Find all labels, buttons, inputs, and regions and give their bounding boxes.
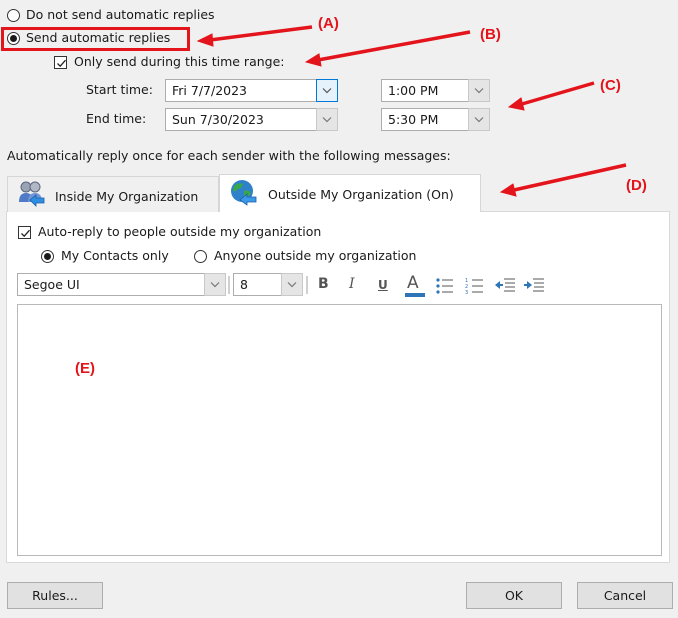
svg-text:3: 3 bbox=[465, 290, 468, 295]
font-size-field[interactable]: 8 bbox=[233, 273, 283, 296]
start-date-dropdown-button[interactable] bbox=[316, 79, 338, 102]
tab-outside-organization-label: Outside My Organization (On) bbox=[268, 187, 454, 202]
annotation-label-b: (B) bbox=[480, 26, 501, 43]
anyone-outside-radio[interactable] bbox=[194, 250, 207, 263]
annotation-label-e: (E) bbox=[75, 360, 95, 377]
annotation-arrowhead-c bbox=[507, 97, 525, 111]
chevron-down-icon bbox=[287, 282, 297, 288]
tab-inside-organization[interactable]: Inside My Organization bbox=[7, 176, 219, 212]
anyone-outside-label[interactable]: Anyone outside my organization bbox=[214, 248, 416, 264]
annotation-label-d: (D) bbox=[626, 177, 647, 194]
chevron-down-icon bbox=[322, 88, 332, 94]
end-time-dropdown-button[interactable] bbox=[468, 108, 490, 131]
annotation-arrow-c bbox=[521, 81, 595, 106]
people-icon bbox=[19, 181, 45, 207]
start-date-field[interactable]: Fri 7/7/2023 bbox=[165, 79, 317, 102]
annotation-arrow-a bbox=[209, 25, 313, 42]
start-time-label: Start time: bbox=[86, 82, 153, 97]
decrease-indent-icon[interactable] bbox=[494, 277, 516, 295]
annotation-arrow-d bbox=[513, 163, 627, 192]
increase-indent-icon[interactable] bbox=[523, 277, 545, 295]
chevron-down-icon bbox=[210, 282, 220, 288]
font-size-dropdown-button[interactable] bbox=[281, 273, 303, 296]
send-automatic-replies-radio[interactable] bbox=[7, 32, 20, 45]
rules-button[interactable]: Rules... bbox=[7, 582, 103, 609]
checkmark-icon bbox=[57, 59, 66, 68]
my-contacts-only-label[interactable]: My Contacts only bbox=[61, 248, 169, 264]
bold-button[interactable]: B bbox=[318, 276, 329, 292]
annotation-arrowhead-b bbox=[304, 53, 322, 67]
chevron-down-icon bbox=[322, 117, 332, 123]
send-automatic-replies-label[interactable]: Send automatic replies bbox=[26, 30, 170, 46]
font-color-swatch bbox=[405, 293, 425, 297]
end-time-field[interactable]: 5:30 PM bbox=[381, 108, 469, 131]
font-name-field[interactable]: Segoe UI bbox=[17, 273, 206, 296]
bullet-list-icon[interactable] bbox=[435, 277, 455, 295]
annotation-arrowhead-d bbox=[499, 183, 517, 197]
start-time-field[interactable]: 1:00 PM bbox=[381, 79, 469, 102]
cancel-button[interactable]: Cancel bbox=[577, 582, 673, 609]
message-body-editor[interactable] bbox=[17, 304, 662, 556]
annotation-label-c: (C) bbox=[600, 77, 621, 94]
do-not-send-radio[interactable] bbox=[7, 9, 20, 22]
globe-icon bbox=[231, 180, 257, 206]
underline-button[interactable]: U bbox=[378, 278, 388, 292]
toolbar-separator bbox=[306, 276, 308, 294]
time-range-checkbox[interactable] bbox=[54, 56, 67, 69]
end-time-label: End time: bbox=[86, 111, 147, 126]
start-time-dropdown-button[interactable] bbox=[468, 79, 490, 102]
italic-button[interactable]: I bbox=[349, 276, 355, 292]
auto-reply-outside-checkbox[interactable] bbox=[18, 226, 31, 239]
chevron-down-icon bbox=[474, 117, 484, 123]
annotation-arrow-b bbox=[317, 30, 471, 62]
tab-inside-organization-label: Inside My Organization bbox=[55, 189, 199, 204]
font-name-dropdown-button[interactable] bbox=[204, 273, 226, 296]
end-date-field[interactable]: Sun 7/30/2023 bbox=[165, 108, 317, 131]
time-range-label[interactable]: Only send during this time range: bbox=[74, 54, 285, 70]
annotation-label-a: (A) bbox=[318, 15, 339, 32]
messages-section-label: Automatically reply once for each sender… bbox=[7, 148, 451, 163]
end-date-dropdown-button[interactable] bbox=[316, 108, 338, 131]
numbered-list-icon[interactable]: 1 2 3 bbox=[465, 277, 485, 295]
checkmark-icon bbox=[21, 229, 30, 238]
toolbar-separator bbox=[228, 276, 230, 294]
annotation-arrowhead-a bbox=[196, 33, 214, 47]
do-not-send-label[interactable]: Do not send automatic replies bbox=[26, 7, 215, 23]
ok-button[interactable]: OK bbox=[466, 582, 562, 609]
font-color-button[interactable]: A bbox=[407, 273, 419, 293]
tab-outside-organization[interactable]: Outside My Organization (On) bbox=[219, 174, 481, 212]
my-contacts-only-radio[interactable] bbox=[41, 250, 54, 263]
auto-reply-outside-label[interactable]: Auto-reply to people outside my organiza… bbox=[38, 224, 321, 240]
chevron-down-icon bbox=[474, 88, 484, 94]
